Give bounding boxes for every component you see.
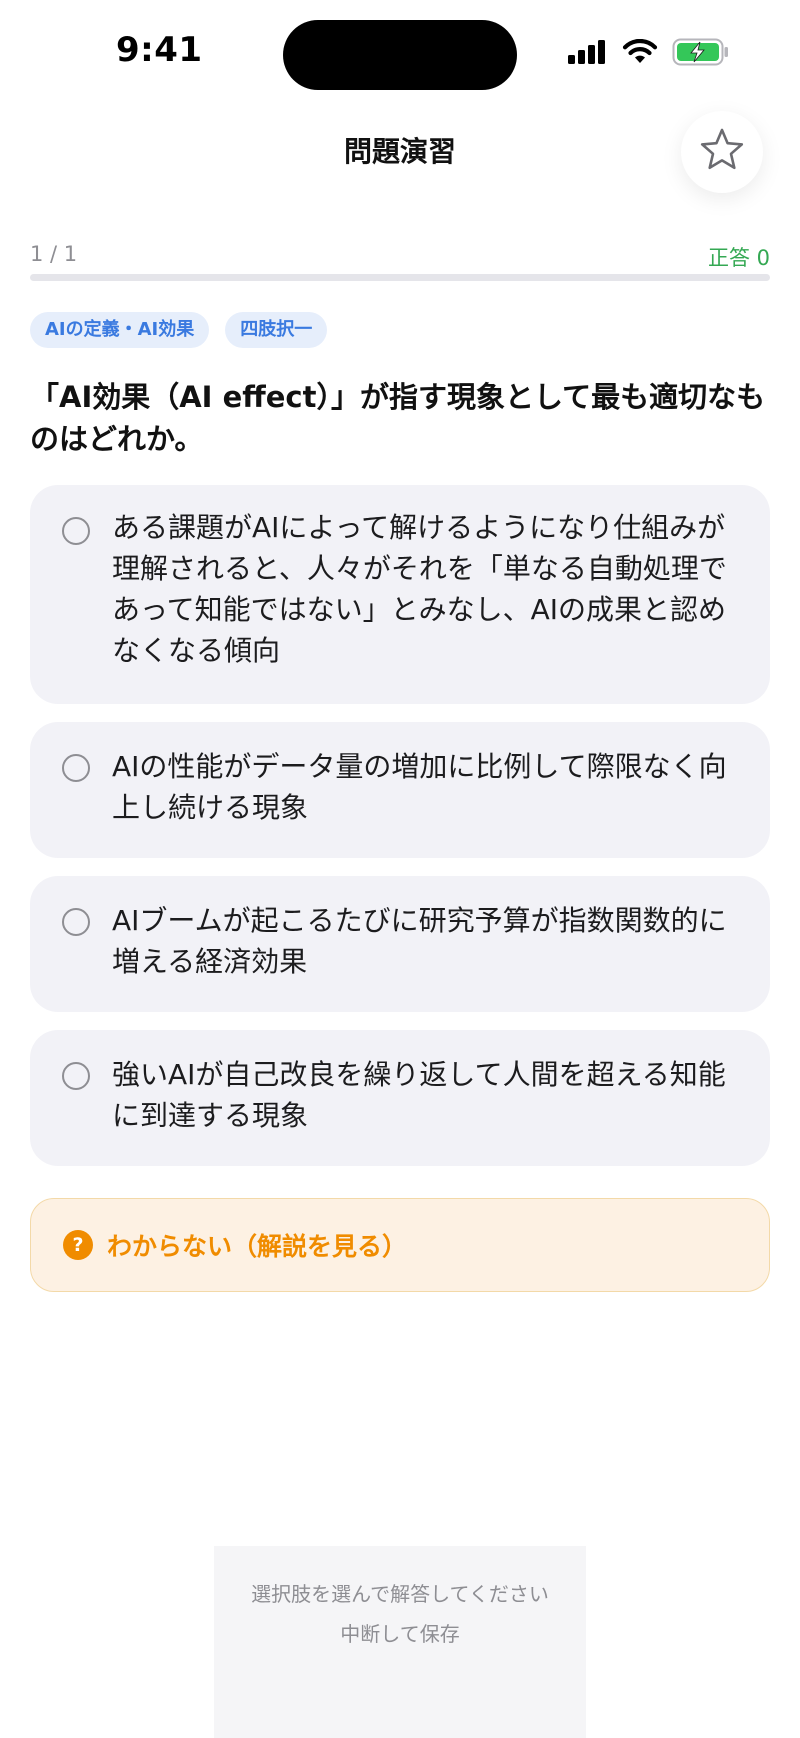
option-1[interactable]: ある課題がAIによって解けるようになり仕組みが理解されると、人々がそれを「単なる… xyxy=(30,485,770,704)
question-mark-icon: ? xyxy=(63,1230,93,1260)
cellular-signal-icon xyxy=(568,40,608,68)
radio-circle-icon xyxy=(62,908,90,936)
dynamic-island xyxy=(283,20,517,90)
option-text: ある課題がAIによって解けるようになり仕組みが理解されると、人々がそれを「単なる… xyxy=(112,511,727,667)
option-text: AIブームが起こるたびに研究予算が指数関数的に増える経済効果 xyxy=(112,904,727,978)
battery-charging-icon xyxy=(672,38,730,70)
tag-question-type: 四肢択一 xyxy=(225,312,328,348)
option-text: AIの性能がデータ量の増加に比例して際限なく向上し続ける現象 xyxy=(112,750,727,824)
option-4[interactable]: 強いAIが自己改良を繰り返して人間を超える知能に到達する現象 xyxy=(30,1030,770,1166)
status-bar: 9:41 xyxy=(0,0,800,100)
bookmark-star-button[interactable] xyxy=(681,111,763,193)
tag-category: AIの定義・AI効果 xyxy=(30,312,210,348)
option-text: 強いAIが自己改良を繰り返して人間を超える知能に到達する現象 xyxy=(112,1058,726,1132)
dont-know-label: わからない（解説を見る） xyxy=(107,1232,408,1261)
option-2[interactable]: AIの性能がデータ量の増加に比例して際限なく向上し続ける現象 xyxy=(30,722,770,858)
star-icon xyxy=(698,126,746,178)
answer-hint: 選択肢を選んで解答してください xyxy=(251,1582,549,1606)
page-title: 問題演習 xyxy=(343,135,456,168)
suspend-save-button[interactable]: 中断して保存 xyxy=(320,1614,480,1654)
radio-circle-icon xyxy=(62,1062,90,1090)
option-3[interactable]: AIブームが起こるたびに研究予算が指数関数的に増える経済効果 xyxy=(30,876,770,1012)
progress-count: 1 / 1 xyxy=(30,242,78,266)
status-icons xyxy=(568,38,730,70)
radio-circle-icon xyxy=(62,517,90,545)
wifi-icon xyxy=(622,38,658,69)
bottom-action-panel: 選択肢を選んで解答してください 中断して保存 xyxy=(214,1546,586,1738)
correct-count: 正答 0 xyxy=(707,246,770,270)
radio-circle-icon xyxy=(62,754,90,782)
progress-bar xyxy=(30,274,770,281)
status-time: 9:41 xyxy=(116,30,203,70)
question-tags: AIの定義・AI効果 四肢択一 xyxy=(30,312,328,348)
question-text: 「AI効果（AI effect）」が指す現象として最も適切なものはどれか。 xyxy=(30,380,766,456)
dont-know-button[interactable]: ? わからない（解説を見る） xyxy=(30,1198,770,1292)
